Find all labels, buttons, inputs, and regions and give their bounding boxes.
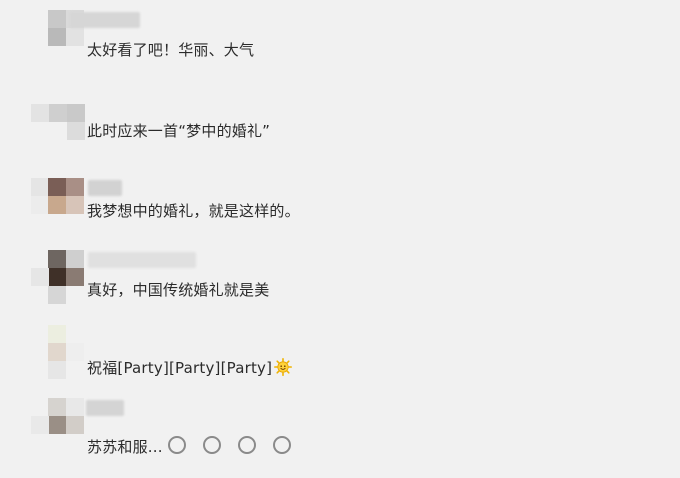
username-blurred[interactable] <box>88 180 122 196</box>
face-icon <box>272 436 291 454</box>
avatar[interactable] <box>31 250 85 304</box>
face-icon <box>237 436 256 454</box>
avatar[interactable] <box>31 178 85 232</box>
comment-text-content: 苏苏和服... <box>87 438 163 456</box>
comment-item: 我梦想中的婚礼，就是这样的。 <box>0 178 680 258</box>
face-icon <box>167 436 186 454</box>
comment-item: 此时应来一首“梦中的婚礼” <box>0 95 680 175</box>
comment-item: 真好，中国传统婚礼就是美 <box>0 250 680 330</box>
avatar[interactable] <box>31 325 85 379</box>
smiling-sun-icon <box>274 358 293 377</box>
avatar[interactable] <box>31 398 85 452</box>
comment-item: 太好看了吧！华丽、大气 <box>0 10 680 90</box>
username-blurred[interactable] <box>70 12 140 28</box>
username-blurred[interactable] <box>88 252 196 268</box>
comment-text: 我梦想中的婚礼，就是这样的。 <box>87 202 300 220</box>
comment-item: 祝福[Party][Party][Party] <box>0 325 680 405</box>
avatar[interactable] <box>31 95 85 149</box>
comment-text-content: 祝福[Party][Party][Party] <box>87 359 273 377</box>
comment-text: 真好，中国传统婚礼就是美 <box>87 281 270 299</box>
comment-text: 苏苏和服... <box>87 436 303 457</box>
face-icon <box>202 436 221 454</box>
comment-text: 此时应来一首“梦中的婚礼” <box>87 122 271 140</box>
comment-text: 太好看了吧！华丽、大气 <box>87 41 255 59</box>
comment-item: 苏苏和服... <box>0 398 680 478</box>
username-blurred[interactable] <box>86 400 124 416</box>
comment-text: 祝福[Party][Party][Party] <box>87 358 293 378</box>
